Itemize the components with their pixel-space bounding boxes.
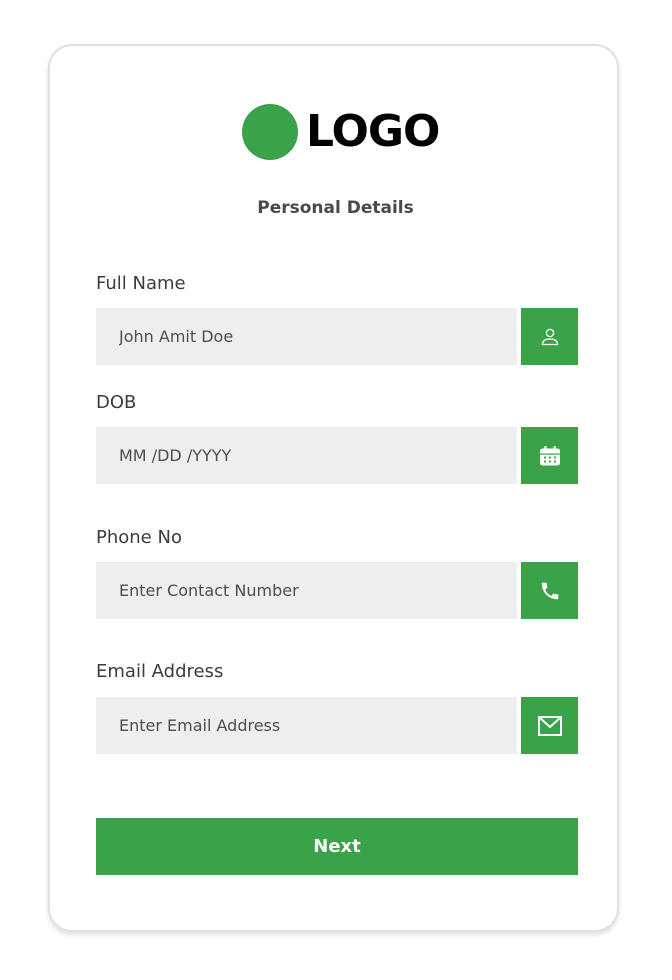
- user-icon-button[interactable]: [521, 308, 578, 365]
- logo: LOGO: [242, 104, 440, 160]
- dob-label: DOB: [96, 392, 137, 413]
- user-icon: [541, 328, 558, 345]
- email-field: [96, 697, 578, 754]
- full-name-input[interactable]: [96, 308, 517, 365]
- page-title: Personal Details: [257, 198, 414, 218]
- phone-icon-button[interactable]: [521, 562, 578, 619]
- logo-text: LOGO: [306, 106, 440, 157]
- dob-input[interactable]: [96, 427, 517, 484]
- logo-circle-icon: [242, 104, 298, 160]
- phone-field: [96, 562, 578, 619]
- phone-input[interactable]: [96, 562, 517, 619]
- email-input[interactable]: [96, 697, 517, 754]
- calendar-icon-button[interactable]: [521, 427, 578, 484]
- next-button[interactable]: Next: [96, 818, 578, 875]
- full-name-label: Full Name: [96, 273, 186, 294]
- calendar-icon: [539, 445, 560, 465]
- dob-field: [96, 427, 578, 484]
- email-label: Email Address: [96, 661, 224, 682]
- phone-icon: [541, 582, 558, 599]
- personal-details-card: LOGO Personal Details Full Name DOB: [48, 44, 619, 932]
- mail-icon: [537, 715, 562, 736]
- phone-label: Phone No: [96, 527, 182, 548]
- mail-icon-button[interactable]: [521, 697, 578, 754]
- full-name-field: [96, 308, 578, 365]
